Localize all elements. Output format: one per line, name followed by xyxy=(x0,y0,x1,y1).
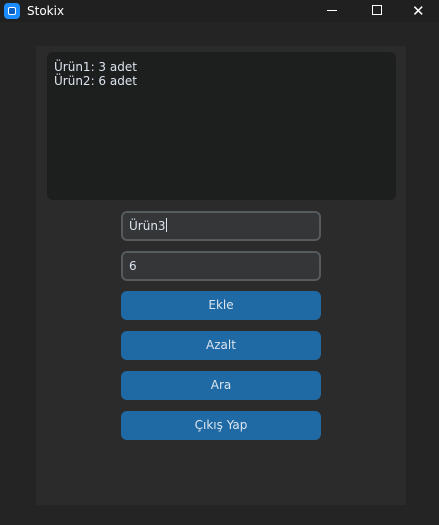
app-icon xyxy=(4,3,20,19)
app-window: Stokix ✕ Ürün1: 3 adet Ürün2: 6 adet Ürü… xyxy=(0,0,439,525)
window-title: Stokix xyxy=(27,4,65,18)
exit-button[interactable]: Çıkış Yap xyxy=(121,411,321,440)
quantity-input[interactable]: 6 xyxy=(121,251,321,281)
title-bar[interactable]: Stokix ✕ xyxy=(0,0,439,22)
product-name-value: Ürün3 xyxy=(129,218,167,233)
minimize-icon xyxy=(327,10,337,11)
stock-line: Ürün2: 6 adet xyxy=(54,74,137,88)
text-caret xyxy=(165,218,167,232)
maximize-icon xyxy=(372,5,382,15)
maximize-button[interactable] xyxy=(354,0,400,22)
search-button[interactable]: Ara xyxy=(121,371,321,400)
add-button[interactable]: Ekle xyxy=(121,291,321,320)
quantity-value: 6 xyxy=(129,259,137,273)
stock-line: Ürün1: 3 adet xyxy=(54,60,137,74)
minimize-button[interactable] xyxy=(309,0,355,22)
product-name-input[interactable]: Ürün3 xyxy=(121,211,321,241)
close-icon: ✕ xyxy=(412,2,425,20)
stock-list-textbox[interactable]: Ürün1: 3 adet Ürün2: 6 adet xyxy=(47,52,396,200)
decrease-button[interactable]: Azalt xyxy=(121,331,321,360)
close-button[interactable]: ✕ xyxy=(399,0,439,22)
